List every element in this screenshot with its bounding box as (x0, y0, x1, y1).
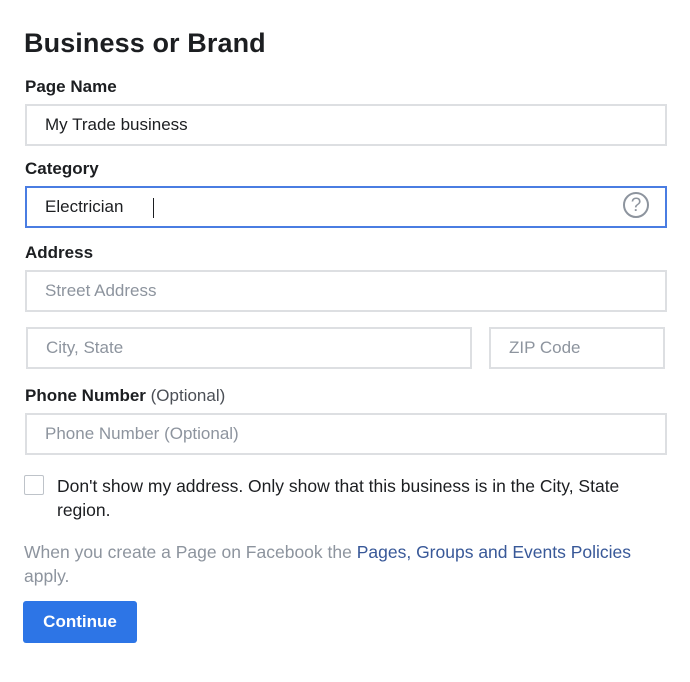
zip-code-field (489, 327, 665, 369)
form-title: Business or Brand (24, 28, 266, 58)
continue-button[interactable]: Continue (23, 601, 137, 643)
city-state-field (26, 327, 472, 369)
page-name-input[interactable] (27, 106, 665, 144)
zip-code-input[interactable] (491, 329, 663, 367)
policy-prefix: When you create a Page on Facebook the (24, 542, 357, 562)
category-input[interactable] (27, 188, 665, 226)
text-caret (153, 198, 154, 218)
phone-number-label: Phone Number (Optional) (25, 386, 225, 406)
phone-number-input[interactable] (27, 415, 665, 453)
policy-suffix: apply. (24, 566, 70, 586)
phone-number-field (25, 413, 667, 455)
category-label: Category (25, 159, 99, 178)
optional-note: (Optional) (150, 386, 226, 405)
help-icon[interactable]: ? (623, 192, 649, 218)
policy-notice: When you create a Page on Facebook the P… (24, 540, 664, 588)
phone-number-label-text: Phone Number (25, 386, 146, 405)
policies-link[interactable]: Pages, Groups and Events Policies (357, 542, 631, 562)
street-address-field (25, 270, 667, 312)
hide-address-text: Don't show my address. Only show that th… (57, 476, 620, 520)
street-address-input[interactable] (27, 272, 665, 310)
category-field: ? (25, 186, 667, 228)
hide-address-checkbox[interactable] (24, 475, 44, 495)
page-name-label: Page Name (25, 77, 117, 96)
page-name-field (25, 104, 667, 146)
city-state-input[interactable] (28, 329, 470, 367)
address-label: Address (25, 243, 94, 262)
